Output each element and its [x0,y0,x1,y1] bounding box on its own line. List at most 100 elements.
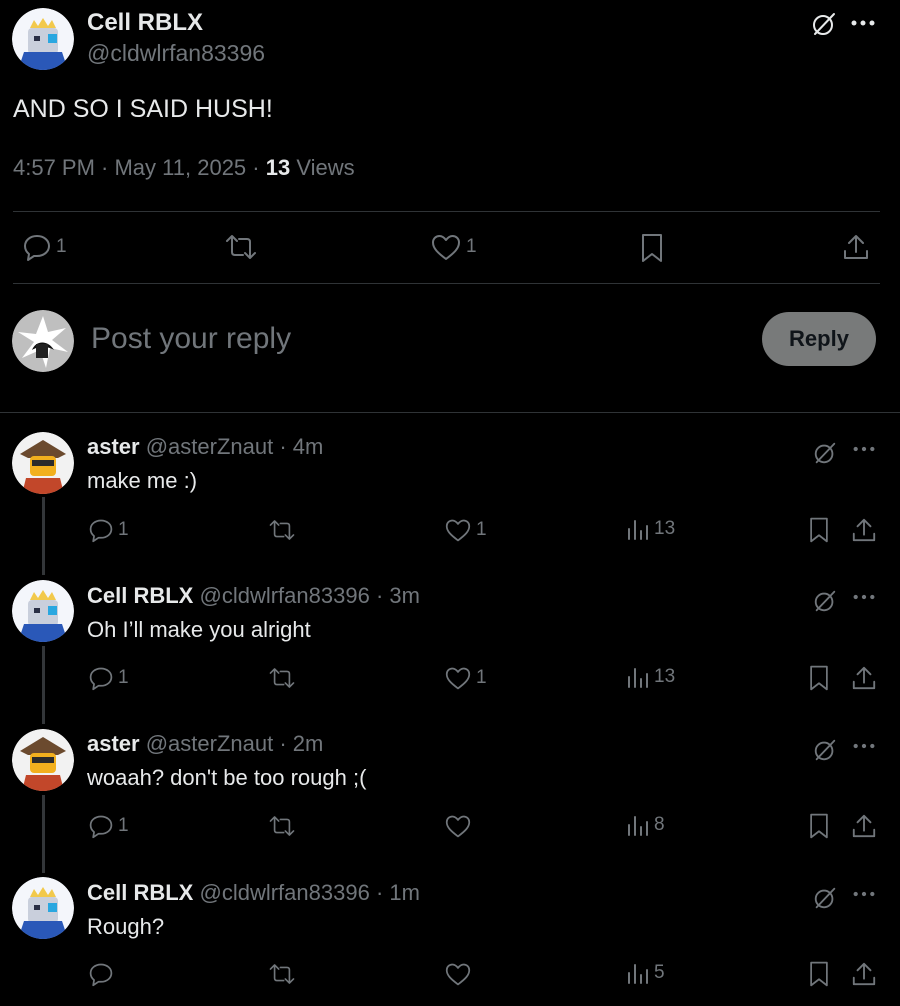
reply-action[interactable]: 1 [22,232,67,262]
repost-icon [268,517,296,543]
reply-time[interactable]: · 4m [279,434,323,459]
share-icon [851,664,877,692]
like-icon [444,813,472,839]
views-action[interactable]: 5 [626,961,665,985]
bookmark-action[interactable] [808,664,830,692]
reply-action[interactable]: 1 [88,813,129,839]
like-count: 1 [466,236,477,257]
reply-avatar[interactable] [12,729,74,791]
like-icon [444,517,472,543]
like-count: 1 [476,519,487,540]
repost-action[interactable] [268,665,296,691]
reply-handle[interactable]: @cldwlrfan83396 [199,583,369,608]
reply-handle[interactable]: @asterZnaut [146,731,274,756]
reply-button[interactable]: Reply [762,312,876,366]
grok-icon[interactable] [812,588,838,614]
reply-count: 1 [56,236,67,257]
grok-icon[interactable] [812,737,838,763]
reply-name[interactable]: aster [87,434,140,459]
grok-icon[interactable] [812,885,838,911]
like-action[interactable]: 1 [444,517,487,543]
post-meta: 4:57 PM · May 11, 2025 · 13 Views [13,155,355,181]
views-action[interactable]: 13 [626,517,675,541]
repost-action[interactable] [268,813,296,839]
share-action[interactable] [851,812,877,840]
share-action[interactable] [851,516,877,544]
share-action[interactable] [842,232,870,262]
like-action[interactable] [444,961,476,987]
share-icon [851,516,877,544]
repost-action[interactable] [224,232,258,262]
reply-handle[interactable]: @cldwlrfan83396 [199,880,369,905]
views-action[interactable]: 8 [626,813,665,837]
views-action[interactable]: 13 [626,665,675,689]
more-icon[interactable] [852,444,876,454]
views-count: 13 [654,666,676,687]
like-action[interactable] [444,813,476,839]
thread-line [42,646,45,724]
reply-text: Rough? [87,914,165,939]
thread-line [42,497,45,575]
like-action[interactable]: 1 [444,665,487,691]
author-handle[interactable]: @cldwlrfan83396 [87,40,265,67]
reply-avatar[interactable] [12,580,74,642]
reply-time[interactable]: · 1m [376,880,420,905]
more-icon[interactable] [852,889,876,899]
divider [13,211,880,212]
like-icon [444,961,472,987]
reply-name[interactable]: Cell RBLX [87,880,193,905]
reply-icon [24,235,50,261]
like-action[interactable]: 1 [430,232,477,262]
divider [13,283,880,284]
share-action[interactable] [851,960,877,988]
more-icon[interactable] [852,741,876,751]
reply-text: make me :) [87,468,198,493]
repost-action[interactable] [268,961,296,987]
reply-handle[interactable]: @asterZnaut [146,434,274,459]
reply-action[interactable] [88,961,118,987]
repost-icon [268,813,296,839]
more-icon[interactable] [852,592,876,602]
post-timestamp[interactable]: 4:57 PM · May 11, 2025 · [13,155,266,180]
bookmark-action[interactable] [808,812,830,840]
reply-icon [88,961,114,987]
repost-icon [268,665,296,691]
views-icon [626,961,650,985]
views-count: 13 [265,155,291,180]
author-avatar[interactable] [12,8,74,70]
reply-name[interactable]: Cell RBLX [87,583,193,608]
grok-icon[interactable] [812,440,838,466]
views-count: 13 [654,518,676,539]
post-text: AND SO I SAID HUSH! [13,95,273,123]
thread-line [42,795,45,873]
repost-action[interactable] [268,517,296,543]
bookmark-icon [808,516,830,544]
more-icon[interactable] [850,18,876,28]
share-action[interactable] [851,664,877,692]
reply-action[interactable]: 1 [88,517,129,543]
reply-name[interactable]: aster [87,731,140,756]
grok-icon[interactable] [810,10,838,38]
reply-time[interactable]: · 3m [376,583,420,608]
repost-icon [268,961,296,987]
bookmark-action[interactable] [808,960,830,988]
bookmark-action[interactable] [808,516,830,544]
reply-input[interactable]: Post your reply [91,322,291,356]
author-name[interactable]: Cell RBLX [87,9,203,37]
like-icon [432,235,460,260]
bookmark-action[interactable] [640,232,664,264]
share-icon [851,812,877,840]
reply-icon [88,517,114,543]
views-label: Views [290,155,355,180]
reply-header: Cell RBLX @cldwlrfan83396 · 3m [87,583,420,609]
bookmark-icon [642,234,662,262]
reply-avatar[interactable] [12,877,74,939]
reply-action[interactable]: 1 [88,665,129,691]
user-avatar[interactable] [12,310,74,372]
reply-avatar[interactable] [12,432,74,494]
like-icon [444,665,472,691]
views-icon [626,517,650,541]
reply-time[interactable]: · 2m [279,731,323,756]
views-icon [626,813,650,837]
reply-text: woaah? don't be too rough ;( [87,765,367,790]
